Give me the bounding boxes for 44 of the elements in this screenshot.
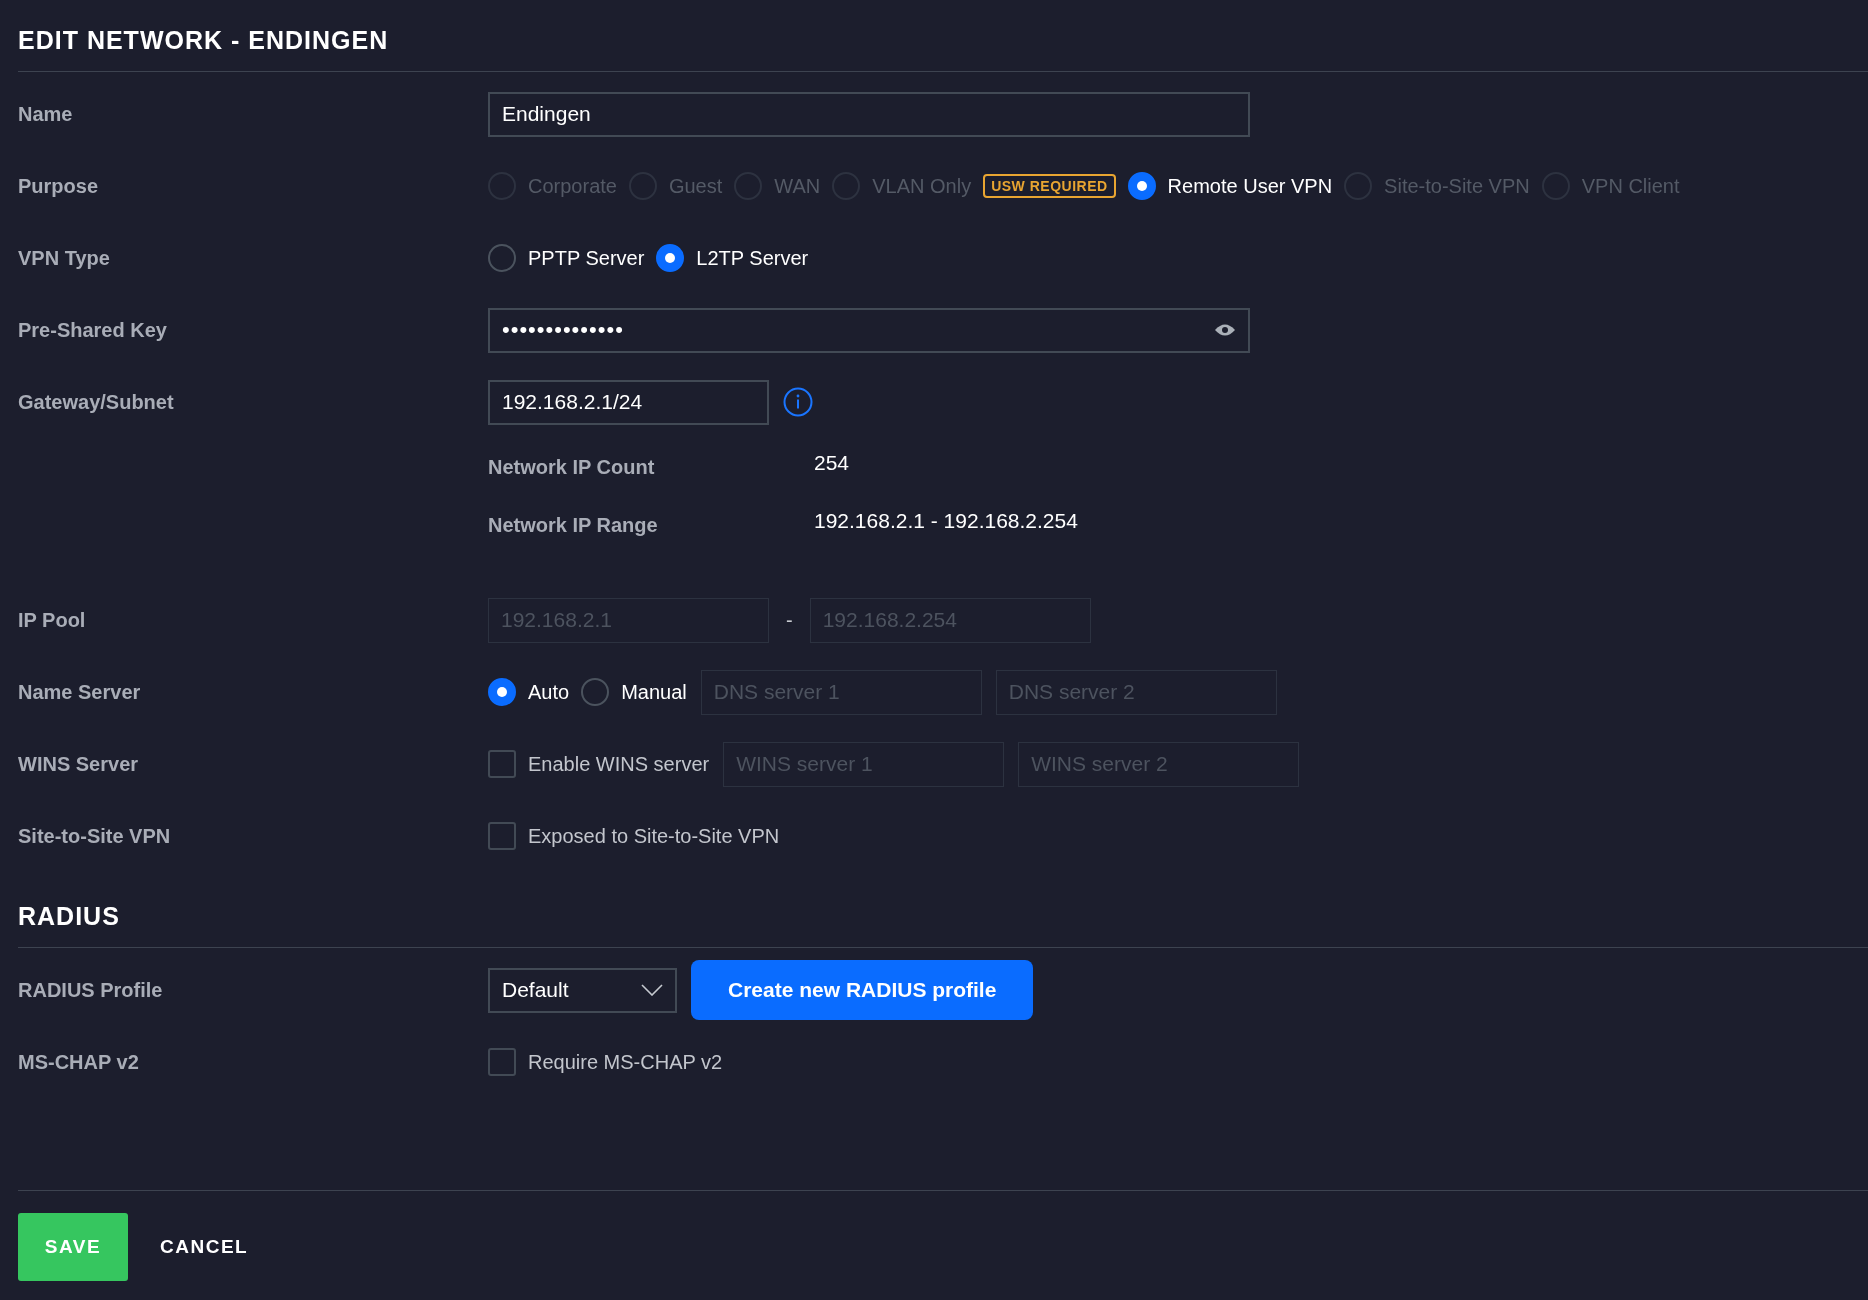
radio-icon[interactable] xyxy=(488,678,516,706)
radio-icon[interactable] xyxy=(488,244,516,272)
stat-value: 254 xyxy=(814,451,850,475)
info-icon[interactable] xyxy=(783,387,813,417)
field-label: Gateway/Subnet xyxy=(18,390,174,413)
field-label: IP Pool xyxy=(18,608,86,631)
chevron-down-icon xyxy=(641,984,663,996)
radio-option[interactable]: Auto xyxy=(488,678,570,706)
section-heading: RADIUS xyxy=(18,902,1868,948)
requirement-badge: USW REQUIRED xyxy=(983,174,1116,198)
checkbox[interactable] xyxy=(488,750,516,778)
radio-icon[interactable] xyxy=(1127,172,1156,200)
stat-label: Network IP Range xyxy=(488,513,659,537)
radio-icon[interactable] xyxy=(656,244,685,272)
subnet-field[interactable]: 192.168.2.1/24 xyxy=(488,379,769,425)
field-label: VPN Type xyxy=(18,246,110,269)
radio-option[interactable]: L2TP Server xyxy=(656,244,809,272)
field-label: WINS Server xyxy=(18,752,139,775)
radio-option[interactable]: Remote User VPN xyxy=(1127,172,1333,200)
password-field[interactable]: •••••••••••••• xyxy=(488,307,1250,353)
cancel-button[interactable]: CANCEL xyxy=(140,1226,269,1268)
checkbox[interactable] xyxy=(488,1048,516,1076)
name-field[interactable]: Endingen xyxy=(488,91,1250,137)
field-label: MS-CHAP v2 xyxy=(18,1050,139,1073)
radio-option[interactable]: PPTP Server xyxy=(488,244,645,272)
page-title: EDIT NETWORK - ENDINGEN xyxy=(18,26,1868,72)
checkbox-option[interactable]: Exposed to Site-to-Site VPN xyxy=(488,822,780,850)
stat-label: Network IP Count xyxy=(488,455,656,479)
field-label: Name Server xyxy=(18,680,141,703)
stat-value: 192.168.2.1 - 192.168.2.254 xyxy=(814,509,1078,533)
radio-option[interactable]: Manual xyxy=(581,678,687,706)
range-separator: - xyxy=(786,608,793,632)
field-label: Purpose xyxy=(18,174,99,197)
create-profile-button[interactable]: Create new RADIUS profile xyxy=(691,960,1034,1020)
checkbox[interactable] xyxy=(488,822,516,850)
checkbox-option[interactable]: Require MS-CHAP v2 xyxy=(488,1048,723,1076)
radio-icon[interactable] xyxy=(581,678,610,706)
eye-icon[interactable] xyxy=(1214,323,1236,337)
field-label: RADIUS Profile xyxy=(18,978,163,1001)
checkbox-option[interactable]: Enable WINS server xyxy=(488,750,710,778)
field-label: Pre-Shared Key xyxy=(18,318,167,341)
field-label: Site-to-Site VPN xyxy=(18,824,171,847)
profile-dropdown[interactable]: Default xyxy=(488,967,677,1013)
field-label: Name xyxy=(18,102,73,125)
